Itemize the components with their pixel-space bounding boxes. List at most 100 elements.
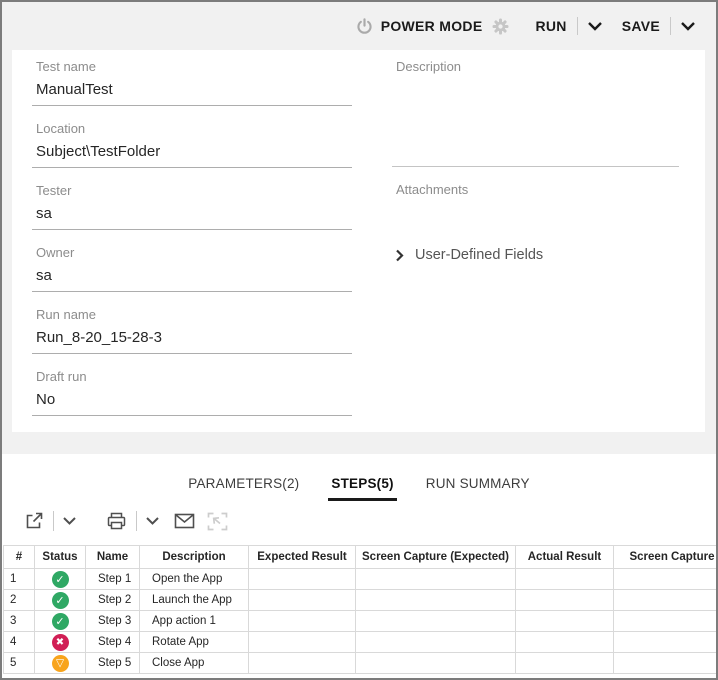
step-name: Step 1	[86, 569, 140, 590]
status-passed-icon: ✓	[52, 571, 69, 588]
col-header-description[interactable]: Description	[140, 546, 249, 569]
status-passed-icon: ✓	[52, 613, 69, 630]
actual-result-cell	[516, 611, 614, 632]
run-details-panel: PARAMETERS(2) STEPS(5) RUN SUMMARY	[2, 454, 716, 678]
screen-capture-cell	[614, 632, 717, 653]
top-toolbar: POWER MODE RUN SAVE	[2, 2, 716, 50]
description-label: Description	[392, 59, 679, 74]
tab-parameters[interactable]: PARAMETERS(2)	[185, 476, 302, 501]
steps-table: # Status Name Description Expected Resul…	[3, 545, 716, 678]
description-input[interactable]	[392, 74, 679, 167]
divider	[670, 17, 671, 35]
divider	[53, 511, 54, 531]
divider	[577, 17, 578, 35]
print-chevron-down-icon[interactable]	[146, 517, 159, 525]
location-input[interactable]: Subject\TestFolder	[32, 143, 352, 168]
run-name-input[interactable]: Run_8-20_15-28-3	[32, 329, 352, 354]
step-name: Step 3	[86, 611, 140, 632]
screen-capture-expected-cell	[356, 611, 516, 632]
field-owner: Owner sa	[32, 245, 352, 292]
tab-run-summary[interactable]: RUN SUMMARY	[423, 476, 533, 501]
steps-table-body: 1 ✓ Step 1Open the App 2 ✓ Step 2Launch the A…	[4, 569, 717, 674]
step-name: Step 5	[86, 653, 140, 674]
screen-capture-expected-cell	[356, 653, 516, 674]
owner-input[interactable]: sa	[32, 267, 352, 292]
form-left-column: Test name ManualTest Location Subject\Te…	[32, 59, 352, 431]
col-header-status[interactable]: Status	[35, 546, 86, 569]
table-row[interactable]: 1 ✓ Step 1Open the App	[4, 569, 717, 590]
tester-input[interactable]: sa	[32, 205, 352, 230]
print-icon[interactable]	[106, 511, 127, 531]
expected-result-cell	[249, 611, 356, 632]
tab-bar: PARAMETERS(2) STEPS(5) RUN SUMMARY	[2, 454, 716, 501]
screen-capture-cell	[614, 569, 717, 590]
table-row[interactable]: 4 ✖ Step 4Rotate App	[4, 632, 717, 653]
col-header-expected-result[interactable]: Expected Result	[249, 546, 356, 569]
test-name-input[interactable]: ManualTest	[32, 81, 352, 106]
field-label: Owner	[32, 245, 352, 260]
run-chevron-down-icon[interactable]	[588, 22, 602, 31]
user-defined-fields-expander[interactable]: User-Defined Fields	[392, 247, 679, 263]
chevron-right-icon	[396, 249, 404, 262]
col-header-num[interactable]: #	[4, 546, 35, 569]
step-description: App action 1	[140, 611, 249, 632]
status-warning-icon: ▽	[52, 655, 69, 672]
export-icon[interactable]	[24, 511, 44, 531]
test-details-form: Test name ManualTest Location Subject\Te…	[12, 50, 705, 432]
step-number: 5	[4, 653, 35, 674]
table-row[interactable]: 2 ✓ Step 2Launch the App	[4, 590, 717, 611]
gear-icon[interactable]	[492, 18, 509, 35]
field-label: Test name	[32, 59, 352, 74]
actual-result-cell	[516, 569, 614, 590]
actual-result-cell	[516, 590, 614, 611]
col-header-name[interactable]: Name	[86, 546, 140, 569]
save-chevron-down-icon[interactable]	[681, 22, 695, 31]
screen-capture-expected-cell	[356, 632, 516, 653]
screen-capture-cell	[614, 653, 717, 674]
user-defined-fields-label: User-Defined Fields	[415, 247, 543, 263]
field-label: Tester	[32, 183, 352, 198]
step-number: 2	[4, 590, 35, 611]
col-header-screen-capture-expected[interactable]: Screen Capture (Expected)	[356, 546, 516, 569]
screen-capture-cell	[614, 590, 717, 611]
power-mode-label: POWER MODE	[381, 18, 483, 34]
expected-result-cell	[249, 569, 356, 590]
step-number: 3	[4, 611, 35, 632]
form-right-column: Description Attachments User-Defined Fie…	[392, 59, 679, 263]
screen-capture-expected-cell	[356, 569, 516, 590]
step-name: Step 4	[86, 632, 140, 653]
step-description: Rotate App	[140, 632, 249, 653]
screen-capture-cell	[614, 611, 717, 632]
actual-result-cell	[516, 632, 614, 653]
table-row[interactable]: 3 ✓ Step 3App action 1	[4, 611, 717, 632]
step-number: 4	[4, 632, 35, 653]
expected-result-cell	[249, 653, 356, 674]
step-number: 1	[4, 569, 35, 590]
table-row[interactable]: 5▽Step 5Close App	[4, 653, 717, 674]
power-icon	[356, 18, 373, 35]
status-failed-icon: ✖	[52, 634, 69, 651]
steps-toolbar	[24, 507, 228, 535]
field-label: Location	[32, 121, 352, 136]
run-button[interactable]: RUN	[535, 18, 566, 34]
step-description: Open the App	[140, 569, 249, 590]
status-passed-icon: ✓	[52, 592, 69, 609]
tab-steps[interactable]: STEPS(5)	[328, 476, 396, 501]
field-label: Run name	[32, 307, 352, 322]
col-header-actual-result[interactable]: Actual Result	[516, 546, 614, 569]
field-draft-run: Draft run No	[32, 369, 352, 416]
expected-result-cell	[249, 632, 356, 653]
step-description: Launch the App	[140, 590, 249, 611]
actual-result-cell	[516, 653, 614, 674]
attachments-label: Attachments	[392, 182, 679, 197]
screen-capture-icon-disabled	[207, 512, 228, 531]
draft-run-input[interactable]: No	[32, 391, 352, 416]
field-location: Location Subject\TestFolder	[32, 121, 352, 168]
test-run-window: POWER MODE RUN SAVE	[0, 0, 718, 680]
export-chevron-down-icon[interactable]	[63, 517, 76, 525]
email-icon[interactable]	[174, 513, 195, 529]
step-name: Step 2	[86, 590, 140, 611]
screen-capture-expected-cell	[356, 590, 516, 611]
col-header-screen-capture[interactable]: Screen Capture	[614, 546, 717, 569]
save-button[interactable]: SAVE	[622, 18, 660, 34]
